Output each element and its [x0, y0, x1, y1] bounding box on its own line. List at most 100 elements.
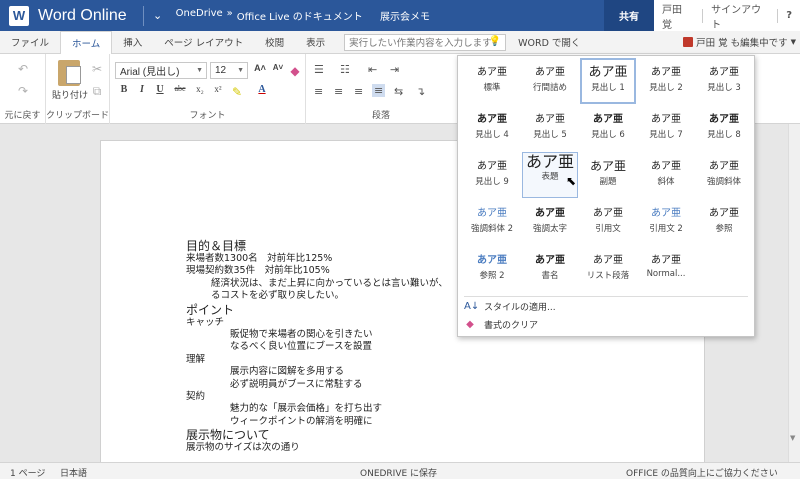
- document-line[interactable]: 経済状況は、まだ上昇に向かっているとは言い難いが、: [186, 278, 448, 290]
- shrink-font-button[interactable]: A˅: [270, 63, 286, 72]
- coauthor-status[interactable]: 戸田 覚 も編集中です ▼: [683, 35, 796, 49]
- document-line[interactable]: 必ず説明員がブースに常駐する: [186, 379, 448, 391]
- document-body[interactable]: 目的＆目標 来場者数1300名 対前年比125% 現場契約数35件 対前年比105%…: [186, 239, 448, 455]
- tab-file[interactable]: ファイル: [0, 31, 60, 54]
- tab-review[interactable]: 校閲: [254, 31, 295, 54]
- style-option[interactable]: あア亜 行間詰め: [522, 58, 578, 104]
- numbering-icon[interactable]: ☷: [340, 63, 350, 76]
- clear-format-eraser-icon[interactable]: ◆: [286, 62, 304, 80]
- title-bar: W Word Online ⌄ OneDrive » Office Live の…: [0, 0, 800, 31]
- style-option[interactable]: あア亜 斜体: [638, 152, 694, 198]
- document-line[interactable]: 販促物で来場者の関心を引きたい: [186, 329, 448, 341]
- style-option[interactable]: あア亜 見出し 9: [464, 152, 520, 198]
- document-line[interactable]: なるべく良い位置にブースを設置: [186, 341, 448, 353]
- document-line[interactable]: るコストを必ず取り戻したい。: [186, 290, 448, 302]
- apply-styles-item[interactable]: A↓ スタイルの適用...: [464, 300, 556, 313]
- document-line[interactable]: ウィークポイントの解消を明確に: [186, 416, 448, 428]
- style-option[interactable]: あア亜 引用文 2: [638, 199, 694, 245]
- document-line[interactable]: 来場者数1300名 対前年比125%: [186, 253, 448, 265]
- clear-formatting-item[interactable]: ◆ 書式のクリア: [464, 318, 538, 331]
- style-name: 行間詰め: [532, 83, 567, 93]
- share-button[interactable]: 共有: [604, 0, 654, 31]
- paste-icon[interactable]: [58, 60, 81, 86]
- save-status: ONEDRIVE に保存: [360, 469, 438, 479]
- document-heading[interactable]: ポイント: [186, 303, 448, 317]
- style-option[interactable]: あア亜 強調太字: [522, 199, 578, 245]
- style-option[interactable]: あア亜 標準: [464, 58, 520, 104]
- tab-page-layout[interactable]: ページ レイアウト: [153, 31, 254, 54]
- style-option[interactable]: あア亜 見出し 3: [696, 58, 752, 104]
- app-name[interactable]: Word Online: [38, 7, 127, 25]
- align-right-icon[interactable]: ≡: [354, 85, 363, 98]
- breadcrumb-folder[interactable]: Office Live のドキュメント: [237, 8, 363, 23]
- document-line[interactable]: 展示物のサイズは次の通り: [186, 442, 448, 454]
- page-count: 1 ページ: [10, 469, 46, 479]
- document-title[interactable]: 展示会メモ: [380, 8, 430, 23]
- vertical-scrollbar[interactable]: ▼: [788, 124, 800, 462]
- document-line[interactable]: 理解: [186, 354, 448, 366]
- document-line[interactable]: 現場契約数35件 対前年比105%: [186, 265, 448, 277]
- decrease-indent-icon[interactable]: ⇤: [368, 63, 377, 76]
- style-option[interactable]: あア亜 見出し 8: [696, 105, 752, 151]
- align-left-icon[interactable]: ≡: [314, 85, 323, 98]
- bold-button[interactable]: B: [116, 84, 132, 95]
- style-option[interactable]: あア亜 見出し 6: [580, 105, 636, 151]
- redo-icon[interactable]: ↷: [14, 82, 32, 100]
- scroll-down-icon[interactable]: ▼: [790, 434, 795, 442]
- style-option[interactable]: あア亜 見出し 5: [522, 105, 578, 151]
- style-option[interactable]: あア亜 強調斜体: [696, 152, 752, 198]
- style-option[interactable]: あア亜 Normal...: [638, 246, 694, 292]
- style-option[interactable]: あア亜 リスト段落: [580, 246, 636, 292]
- highlighter-icon[interactable]: ✎: [228, 83, 246, 101]
- user-name[interactable]: 戸田 覚: [654, 1, 702, 31]
- document-heading[interactable]: 展示物について: [186, 428, 448, 442]
- style-option[interactable]: あア亜 副題: [580, 152, 636, 198]
- align-center-icon[interactable]: ≡: [334, 85, 343, 98]
- tab-home[interactable]: ホーム: [60, 30, 113, 55]
- word-logo[interactable]: W: [0, 0, 38, 31]
- style-option[interactable]: あア亜 見出し 4: [464, 105, 520, 151]
- feedback-link[interactable]: OFFICE の品質向上にご協力ください: [626, 466, 778, 479]
- underline-button[interactable]: U: [152, 84, 168, 95]
- grow-font-button[interactable]: A˄: [252, 63, 268, 73]
- style-option[interactable]: あア亜 参照: [696, 199, 752, 245]
- style-option[interactable]: あア亜 書名: [522, 246, 578, 292]
- document-line[interactable]: 契約: [186, 391, 448, 403]
- document-line[interactable]: キャッチ: [186, 317, 448, 329]
- cut-icon[interactable]: ✂: [88, 60, 106, 78]
- font-name-select[interactable]: Arial (見出し) ▼: [115, 62, 207, 79]
- breadcrumb-onedrive[interactable]: OneDrive: [176, 8, 223, 23]
- strikethrough-button[interactable]: abc: [170, 84, 190, 93]
- help-icon[interactable]: ?: [778, 10, 800, 21]
- document-line[interactable]: 魅力的な「展示会価格」を打ち出す: [186, 403, 448, 415]
- document-line[interactable]: 展示内容に図解を多用する: [186, 366, 448, 378]
- paragraph-marks-icon[interactable]: ↴: [416, 85, 425, 98]
- superscript-button[interactable]: x²: [210, 84, 226, 94]
- style-option[interactable]: あア亜 見出し 1: [580, 58, 636, 104]
- tab-insert[interactable]: 挿入: [112, 31, 153, 54]
- style-option[interactable]: あア亜 見出し 2: [638, 58, 694, 104]
- font-size-select[interactable]: 12 ▼: [210, 62, 248, 79]
- subscript-button[interactable]: x₂: [192, 84, 208, 94]
- copy-icon[interactable]: ⧉: [88, 82, 106, 100]
- chevron-down-icon[interactable]: ⌄: [150, 9, 166, 22]
- font-color-button[interactable]: A: [254, 84, 270, 95]
- style-option[interactable]: あア亜 見出し 7: [638, 105, 694, 151]
- document-heading[interactable]: 目的＆目標: [186, 239, 448, 253]
- paragraph-direction-icon[interactable]: ⇆: [394, 85, 403, 98]
- italic-button[interactable]: I: [134, 84, 150, 95]
- tell-me-input[interactable]: 実行したい作業内容を入力します 💡: [344, 33, 507, 51]
- paste-label[interactable]: 貼り付け: [52, 88, 88, 101]
- increase-indent-icon[interactable]: ⇥: [390, 63, 399, 76]
- undo-icon[interactable]: ↶: [14, 60, 32, 78]
- tab-view[interactable]: 表示: [295, 31, 336, 54]
- open-in-word-button[interactable]: WORD で開く: [518, 35, 580, 49]
- style-option[interactable]: あア亜 引用文: [580, 199, 636, 245]
- bullets-icon[interactable]: ☰: [314, 63, 324, 76]
- style-option[interactable]: あア亜 参照 2: [464, 246, 520, 292]
- justify-icon[interactable]: ≡: [372, 84, 386, 97]
- style-option[interactable]: あア亜 強調斜体 2: [464, 199, 520, 245]
- signout-link[interactable]: サインアウト: [703, 1, 777, 31]
- style-name: 見出し 9: [475, 177, 509, 187]
- language-indicator[interactable]: 日本語: [60, 466, 87, 479]
